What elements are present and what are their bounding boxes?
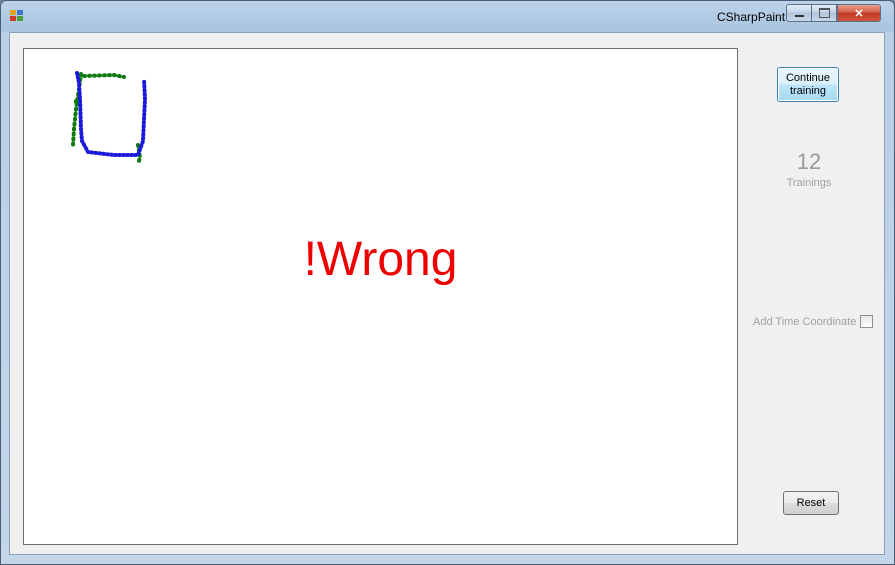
reset-button[interactable]: Reset [783, 491, 839, 515]
window-title: CSharpPaint [717, 10, 786, 24]
minimize-icon [794, 14, 804, 17]
result-message: !Wrong [303, 233, 458, 286]
close-button[interactable]: ✕ [837, 4, 881, 22]
form-client-area: !Wrong Continue training 12 Trainings Ad… [9, 32, 885, 555]
title-bar[interactable]: CSharpPaint ✕ [1, 1, 894, 32]
maximize-icon [818, 8, 830, 18]
drawing-canvas[interactable]: !Wrong [23, 48, 738, 545]
time-coordinate-label: Add Time Coordinate [753, 316, 857, 328]
app-window: CSharpPaint ✕ !Wrong Continue training 1… [0, 0, 895, 565]
time-coordinate-checkbox[interactable] [860, 315, 873, 328]
maximize-button[interactable] [811, 4, 837, 22]
stroke-green [71, 72, 143, 163]
minimize-button[interactable] [786, 4, 812, 22]
training-count-label: Trainings [786, 177, 832, 189]
continue-training-button[interactable]: Continue training [777, 67, 839, 102]
close-icon: ✕ [854, 7, 864, 20]
training-count: 12 [796, 149, 822, 174]
stroke-blue [75, 71, 147, 157]
app-icon[interactable] [10, 10, 24, 22]
gesture-drawing [71, 71, 147, 163]
